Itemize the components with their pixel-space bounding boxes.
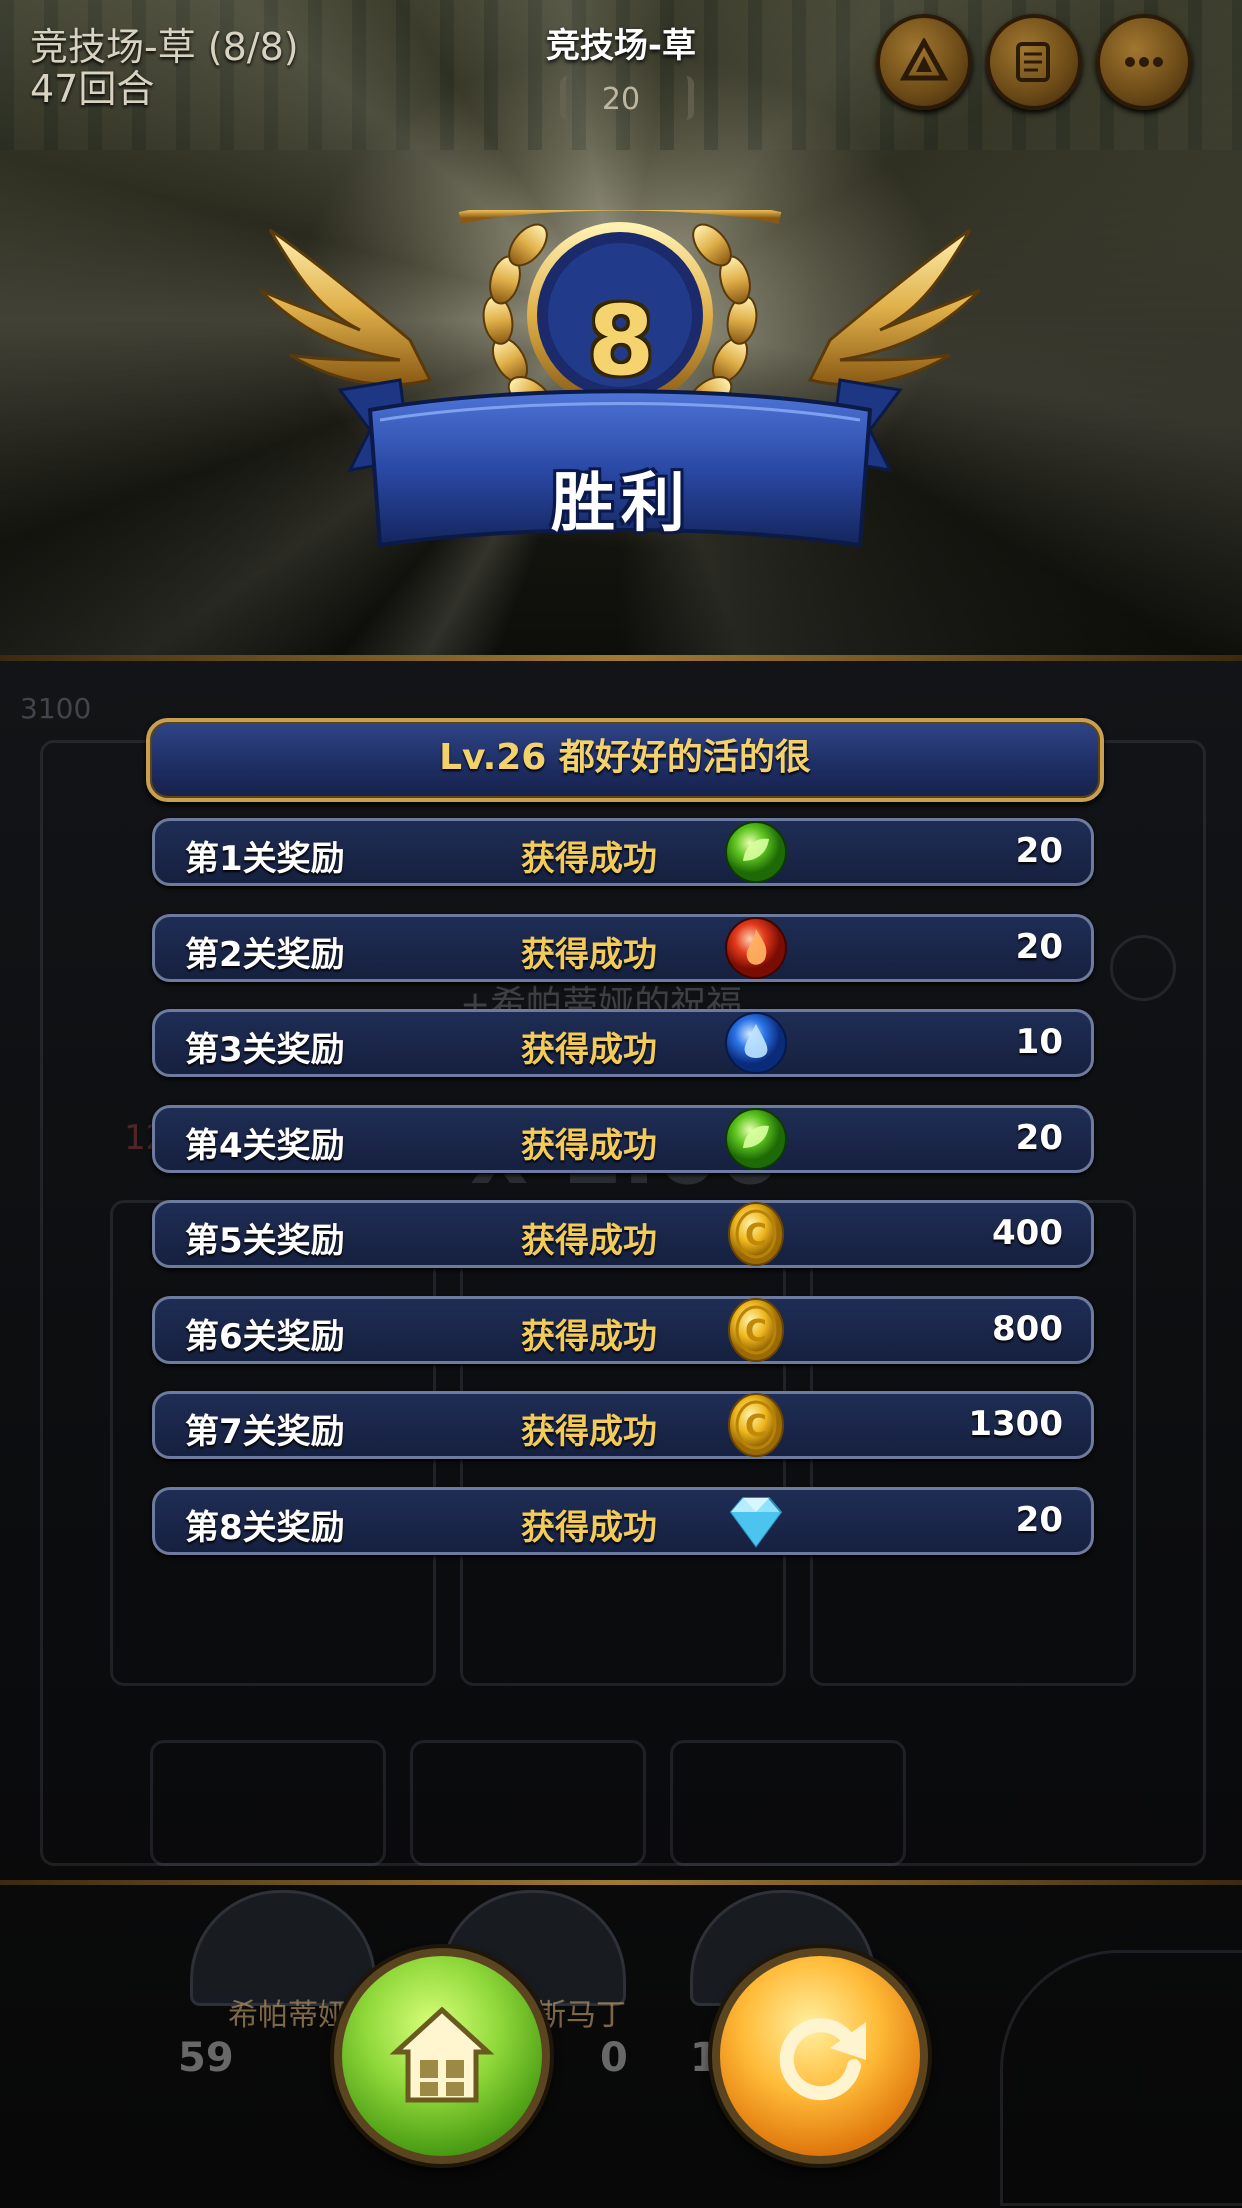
reward-amount: 1300 bbox=[968, 1404, 1063, 1444]
red-fire-orb-icon bbox=[725, 916, 787, 979]
page-title: 竞技场-草 bbox=[545, 26, 697, 66]
reward-status: 获得成功 bbox=[521, 1316, 657, 1357]
reward-amount: 400 bbox=[992, 1213, 1063, 1253]
home-icon bbox=[389, 2006, 495, 2103]
arena-button[interactable] bbox=[876, 14, 972, 110]
gold-coin-icon: C bbox=[728, 1393, 784, 1457]
reward-row: 第4关奖励 获得成功 20 bbox=[152, 1104, 1094, 1173]
reward-amount: 20 bbox=[1015, 1499, 1063, 1540]
retry-icon bbox=[779, 2018, 866, 2101]
reward-stage-label: 第4关奖励 bbox=[185, 1125, 345, 1166]
reward-amount: 20 bbox=[1015, 831, 1063, 871]
gold-coin-icon: C bbox=[728, 1202, 784, 1266]
svg-text:C: C bbox=[745, 1218, 767, 1253]
svg-text:C: C bbox=[745, 1409, 767, 1444]
hero-slot-2 bbox=[410, 1740, 646, 1866]
reward-row: 第7关奖励 获得成功 C 1300 bbox=[152, 1391, 1094, 1459]
reward-status: 获得成功 bbox=[521, 1221, 657, 1261]
reward-stage-label: 第2关奖励 bbox=[185, 934, 345, 975]
hero-count-2: 0 bbox=[600, 2035, 628, 2081]
blue-water-orb-icon bbox=[725, 1012, 787, 1074]
stage-title: 竞技场-草 (8/8) bbox=[30, 25, 299, 69]
quest-scroll-button[interactable] bbox=[986, 14, 1082, 110]
reward-status: 获得成功 bbox=[521, 1507, 657, 1548]
turn-counter: 20 bbox=[601, 82, 641, 117]
hero-name-1: 希帕蒂娅 bbox=[228, 1998, 348, 2033]
reward-row: 第1关奖励 获得成功 20 bbox=[152, 818, 1094, 886]
gold-coin-icon: C bbox=[728, 1297, 784, 1362]
reward-stage-label: 第1关奖励 bbox=[185, 839, 345, 879]
player-level-name: Lv.26 都好好的活的很 bbox=[439, 737, 811, 778]
reward-row: 第6关奖励 获得成功 C 800 bbox=[152, 1295, 1094, 1364]
arena-icon bbox=[900, 38, 948, 81]
scroll-icon bbox=[1016, 42, 1050, 82]
reward-status: 获得成功 bbox=[521, 934, 657, 975]
score-text: 3100 bbox=[20, 692, 92, 725]
reward-row: 第3关奖励 获得成功 10 bbox=[152, 1009, 1094, 1077]
hero-slot-3 bbox=[670, 1740, 906, 1866]
reward-row: 第5关奖励 获得成功 C 400 bbox=[152, 1200, 1094, 1268]
retry-button[interactable] bbox=[712, 1948, 928, 2164]
svg-text:C: C bbox=[745, 1314, 767, 1349]
home-button[interactable] bbox=[334, 1948, 550, 2164]
green-leaf-orb-icon bbox=[725, 821, 787, 883]
reward-amount: 20 bbox=[1015, 926, 1063, 967]
reward-status: 获得成功 bbox=[521, 839, 657, 879]
reward-status: 获得成功 bbox=[521, 1030, 657, 1070]
search-icon bbox=[1110, 935, 1176, 1001]
reward-stage-label: 第8关奖励 bbox=[185, 1507, 345, 1548]
reward-stage-label: 第6关奖励 bbox=[185, 1316, 345, 1357]
hero-count-1: 59 bbox=[178, 2035, 234, 2081]
reward-amount: 20 bbox=[1015, 1117, 1063, 1158]
reward-status: 获得成功 bbox=[521, 1412, 657, 1452]
reward-row: 第8关奖励 获得成功 20 bbox=[152, 1486, 1094, 1555]
reward-stage-label: 第5关奖励 bbox=[185, 1221, 345, 1261]
hero-slot-1 bbox=[150, 1740, 386, 1866]
green-leaf-orb-icon bbox=[725, 1107, 787, 1170]
reward-status: 获得成功 bbox=[521, 1125, 657, 1166]
diamond-icon bbox=[729, 1496, 783, 1548]
reward-amount: 10 bbox=[1015, 1022, 1063, 1062]
bottom-divider bbox=[0, 1880, 1242, 1885]
more-icon bbox=[1125, 57, 1163, 67]
reward-row: 第2关奖励 获得成功 20 bbox=[152, 913, 1094, 982]
hero-name-2: 斯马丁 bbox=[536, 1998, 626, 2033]
round-count: 47回合 bbox=[30, 67, 155, 111]
reward-stage-label: 第3关奖励 bbox=[185, 1030, 345, 1070]
victory-label: 胜利 bbox=[551, 467, 691, 541]
reward-stage-label: 第7关奖励 bbox=[185, 1412, 345, 1452]
deck-corner bbox=[1000, 1950, 1242, 2206]
more-menu-button[interactable] bbox=[1096, 14, 1192, 110]
reward-amount: 800 bbox=[992, 1308, 1063, 1349]
victory-count: 8 bbox=[587, 285, 655, 397]
